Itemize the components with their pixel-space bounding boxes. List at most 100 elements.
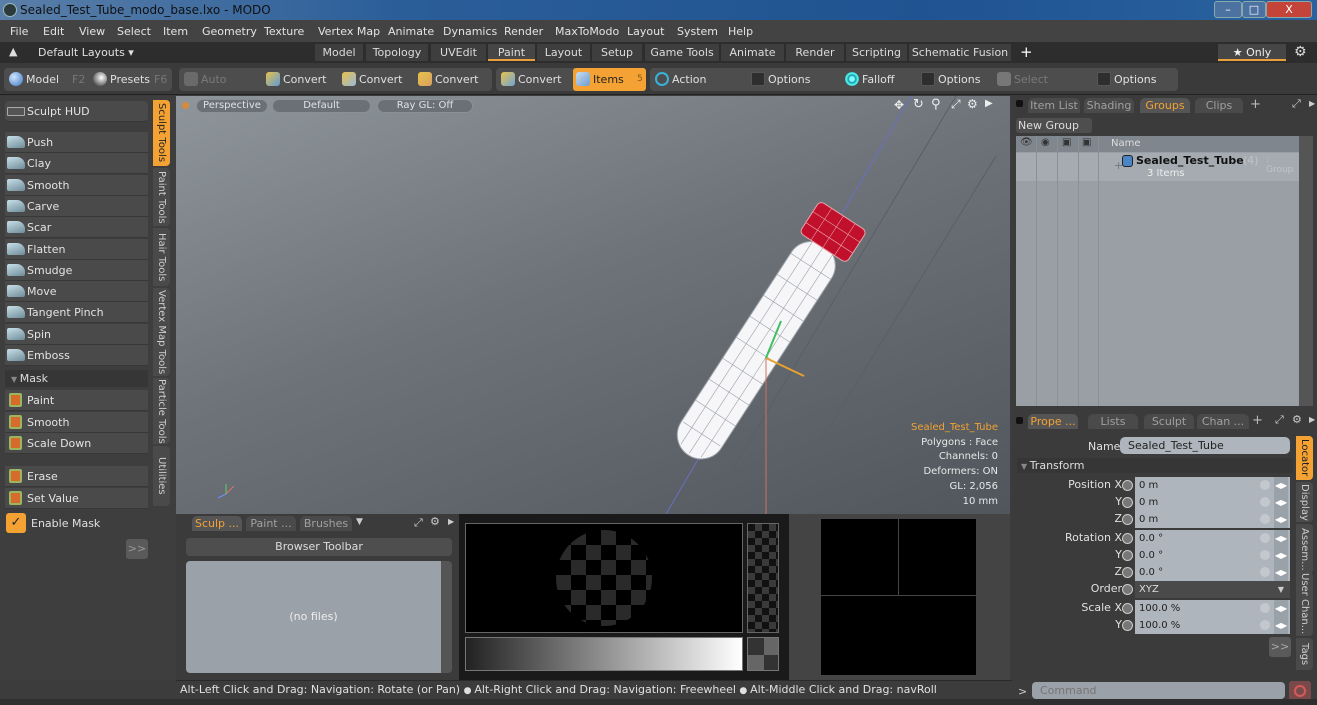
vtab-hair-tools[interactable]: Hair Tools xyxy=(153,228,170,286)
mask-tool-set-value[interactable]: Set Value xyxy=(5,487,148,509)
property-value-field[interactable]: 0 m ◀▶ xyxy=(1135,477,1290,494)
name-field[interactable]: Sealed_Test_Tube xyxy=(1120,437,1290,454)
convert-vertices-button[interactable]: Convert xyxy=(263,68,335,91)
sculpt-tool-flatten[interactable]: Flatten xyxy=(5,238,148,260)
dropdown-arrow-icon[interactable]: ▼ xyxy=(1278,581,1284,598)
new-group-button[interactable]: New Group xyxy=(1016,118,1092,133)
default-layouts-dropdown[interactable]: Default Layouts ▾ xyxy=(38,46,134,59)
command-input[interactable] xyxy=(1032,682,1285,699)
add-tab-button[interactable]: + xyxy=(1250,97,1261,112)
tab-channels[interactable]: Chan ... xyxy=(1197,414,1249,429)
sculpt-tool-clay[interactable]: Clay xyxy=(5,153,148,175)
sculpt-tool-spin[interactable]: Spin xyxy=(5,323,148,345)
panel-menu-icon[interactable] xyxy=(1016,417,1023,424)
restore-button[interactable]: □ xyxy=(1242,1,1266,18)
gear-icon[interactable]: ⚙ xyxy=(1292,413,1302,426)
sculpt-tool-move[interactable]: Move xyxy=(5,281,148,303)
maximize-icon[interactable]: ⤢ xyxy=(1275,413,1284,427)
action-center-button[interactable]: Action Center xyxy=(652,68,746,109)
layout-tab-paint[interactable]: Paint xyxy=(488,44,535,61)
property-value-field[interactable]: 0.0 ° ◀▶ xyxy=(1135,547,1290,564)
keyframe-dot-icon[interactable] xyxy=(1122,533,1133,544)
action-center-options-button[interactable]: Options xyxy=(748,68,836,91)
tab-sculpt-presets[interactable]: Sculp ... xyxy=(192,516,242,531)
menu-item[interactable]: Item xyxy=(163,25,188,38)
property-value-field[interactable]: 0 m ◀▶ xyxy=(1135,511,1290,528)
convert-polygons-button[interactable]: Convert xyxy=(415,68,489,91)
presets-button[interactable]: Presets F6 xyxy=(90,68,172,91)
drag-arrows-icon[interactable]: ◀▶ xyxy=(1274,494,1288,511)
animate-toggle-icon[interactable] xyxy=(1260,514,1270,524)
layout-tab-layout[interactable]: Layout xyxy=(537,44,590,61)
layout-tab-render[interactable]: Render xyxy=(786,44,844,61)
animate-toggle-icon[interactable] xyxy=(1260,550,1270,560)
group-row[interactable]: + Sealed_Test_Tube (4) : Group 3 Items xyxy=(1016,153,1299,181)
select-column-icon[interactable]: ▣ xyxy=(1082,137,1091,148)
vtab-sculpt-tools[interactable]: Sculpt Tools xyxy=(153,100,170,166)
select-through-button[interactable]: Select Through xyxy=(994,68,1092,109)
menu-render[interactable]: Render xyxy=(504,25,543,38)
more-button[interactable]: >> xyxy=(1269,637,1291,657)
mask-tool-erase[interactable]: Erase xyxy=(5,466,148,487)
falloff-button[interactable]: Falloff xyxy=(842,68,916,91)
layout-tab-setup[interactable]: Setup xyxy=(592,44,642,61)
sculpt-tool-carve[interactable]: Carve xyxy=(5,195,148,217)
add-tab-button[interactable]: + xyxy=(1252,413,1263,428)
expand-arrow-icon[interactable]: ▶ xyxy=(1309,415,1315,424)
property-value-field[interactable]: 100.0 % ◀▶ xyxy=(1135,600,1290,617)
lock-column-icon[interactable]: ▣ xyxy=(1062,137,1071,148)
layout-tab-schematic-fusion[interactable]: Schematic Fusion xyxy=(909,44,1011,61)
animate-toggle-icon[interactable] xyxy=(1260,480,1270,490)
tab-sculpt[interactable]: Sculpt xyxy=(1144,414,1194,429)
vtab-utilities[interactable]: Utilities xyxy=(153,446,170,506)
animate-toggle-icon[interactable] xyxy=(1260,497,1270,507)
transform-section-header[interactable]: ▼ Transform xyxy=(1017,458,1293,473)
menu-file[interactable]: File xyxy=(10,25,28,38)
property-value-field[interactable]: 0 m ◀▶ xyxy=(1135,494,1290,511)
drag-arrows-icon[interactable]: ◀▶ xyxy=(1274,617,1288,634)
menu-edit[interactable]: Edit xyxy=(43,25,64,38)
property-value-field[interactable]: 0.0 ° ◀▶ xyxy=(1135,530,1290,547)
drag-arrows-icon[interactable]: ◀▶ xyxy=(1274,477,1288,494)
tab-groups[interactable]: Groups xyxy=(1140,98,1190,113)
mask-tool-paint[interactable]: Paint xyxy=(5,390,148,411)
uv-preview-area[interactable] xyxy=(821,519,976,675)
gear-icon[interactable]: ⚙ xyxy=(430,515,440,528)
animate-toggle-icon[interactable] xyxy=(1260,620,1270,630)
keyframe-dot-icon[interactable] xyxy=(1122,567,1133,578)
layout-tab-scripting[interactable]: Scripting xyxy=(846,44,907,61)
menu-layout[interactable]: Layout xyxy=(627,25,664,38)
sculpt-tool-smudge[interactable]: Smudge xyxy=(5,259,148,281)
menu-texture[interactable]: Texture xyxy=(264,25,304,38)
keyframe-dot-icon[interactable] xyxy=(1122,480,1133,491)
model-button[interactable]: Model F2 xyxy=(6,68,90,91)
animate-toggle-icon[interactable] xyxy=(1260,603,1270,613)
sculpt-tool-emboss[interactable]: Emboss xyxy=(5,345,148,366)
more-button[interactable]: >> xyxy=(126,539,148,559)
maximize-icon[interactable]: ⤢ xyxy=(1292,97,1301,111)
layout-tab-uvedit[interactable]: UVEdit xyxy=(431,44,486,61)
menu-maxtomodo[interactable]: MaxToModo xyxy=(555,25,619,38)
tab-brushes[interactable]: Brushes xyxy=(300,516,352,531)
vtab-vertex-map-tools[interactable]: Vertex Map Tools xyxy=(153,288,170,376)
drag-arrows-icon[interactable]: ◀▶ xyxy=(1274,547,1288,564)
auto-select-button[interactable]: Auto Select xyxy=(181,68,261,109)
animate-toggle-icon[interactable] xyxy=(1260,533,1270,543)
mask-tool-scale-down[interactable]: Scale Down xyxy=(5,433,148,454)
vtab-display[interactable]: Display xyxy=(1296,482,1313,522)
keyframe-dot-icon[interactable] xyxy=(1122,620,1133,631)
convert-items-button[interactable]: Convert xyxy=(498,68,568,91)
drag-arrows-icon[interactable]: ◀▶ xyxy=(1274,530,1288,547)
layout-tab-model[interactable]: Model xyxy=(315,44,363,61)
expand-arrow-icon[interactable]: ▶ xyxy=(448,517,454,526)
keyframe-dot-icon[interactable] xyxy=(1122,584,1133,595)
tab-properties[interactable]: Prope ... xyxy=(1028,414,1078,429)
menu-geometry[interactable]: Geometry xyxy=(202,25,257,38)
mask-section-header[interactable]: ▼ Mask xyxy=(5,370,148,387)
keyframe-dot-icon[interactable] xyxy=(1122,550,1133,561)
only-filter-button[interactable]: ★ Only xyxy=(1218,44,1286,61)
vtab-locator[interactable]: Locator xyxy=(1296,436,1313,480)
menu-animate[interactable]: Animate xyxy=(388,25,434,38)
property-value-field[interactable]: 0.0 ° ◀▶ xyxy=(1135,564,1290,581)
name-column-header[interactable]: Name xyxy=(1111,138,1141,149)
